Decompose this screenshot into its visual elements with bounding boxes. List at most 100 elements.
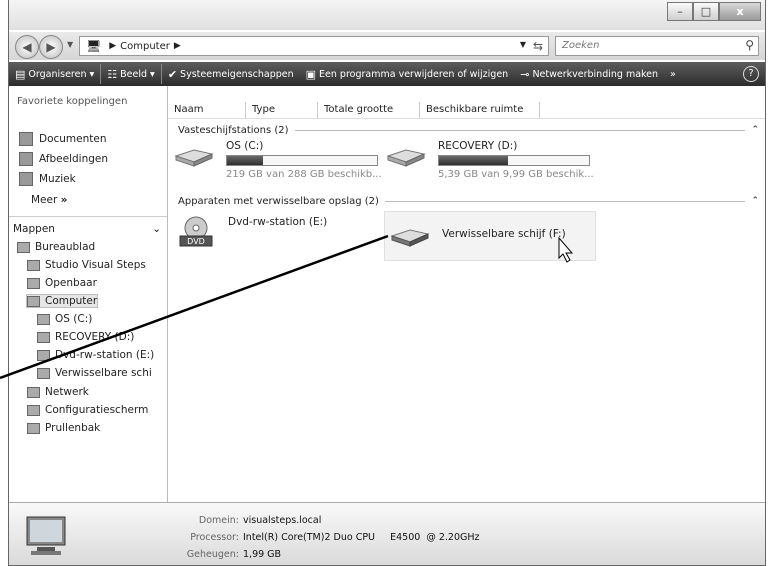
- views-icon: ☷: [107, 67, 118, 81]
- close-button[interactable]: x: [719, 2, 761, 21]
- favorite-pictures[interactable]: Afbeeldingen: [19, 152, 108, 166]
- chevron-down-icon: ⌄: [152, 223, 161, 235]
- tree-label: Dvd-rw-station (E:): [55, 349, 155, 361]
- address-bar[interactable]: 🖥 ▶ Computer ▶ ▼ ⇆: [79, 36, 549, 56]
- organize-button[interactable]: ▤ Organiseren ▾: [9, 62, 100, 86]
- hard-drive-icon: [174, 149, 214, 167]
- title-bar: – □ x: [9, 0, 765, 30]
- refresh-icon[interactable]: ⇆: [533, 39, 543, 53]
- memory-value: 1,99 GB: [243, 549, 282, 560]
- column-header-free-space[interactable]: Beschikbare ruimte: [420, 102, 540, 118]
- dvd-badge: DVD: [187, 237, 205, 246]
- views-button[interactable]: ☷ Beeld ▾: [101, 62, 161, 86]
- tree-label: Computer: [45, 295, 98, 307]
- tree-item-public[interactable]: Openbaar: [27, 277, 97, 289]
- recent-pages-dropdown[interactable]: ▼: [67, 40, 73, 49]
- tree-label: Verwisselbare schi: [55, 367, 152, 379]
- tree-item-f-drive[interactable]: Verwisselbare schi: [37, 367, 152, 379]
- back-button[interactable]: ◀: [15, 35, 39, 59]
- user-folder-icon: [27, 259, 40, 271]
- forward-arrow-icon: ▶: [46, 40, 56, 54]
- system-properties-button[interactable]: ✔ Systeemeigenschappen: [162, 62, 300, 86]
- hard-drive-icon: [37, 331, 50, 343]
- computer-icon: [26, 516, 66, 555]
- tree-label: OS (C:): [55, 313, 93, 325]
- documents-icon: [19, 132, 33, 146]
- domain-label: Domein:: [198, 515, 239, 526]
- search-icon[interactable]: ⚲: [745, 38, 754, 52]
- help-button[interactable]: ?: [737, 62, 765, 86]
- chevron-up-icon[interactable]: ⌃: [751, 125, 759, 135]
- address-dropdown-icon[interactable]: ▼: [520, 40, 526, 49]
- tree-item-e-drive[interactable]: Dvd-rw-station (E:): [37, 349, 154, 361]
- tree-item-network[interactable]: Netwerk: [27, 386, 89, 398]
- help-icon: ?: [743, 66, 759, 82]
- favorite-music[interactable]: Muziek: [19, 172, 76, 186]
- column-header-name[interactable]: Naam: [168, 102, 246, 118]
- breadcrumb-arrow-icon[interactable]: ▶: [174, 41, 181, 51]
- tree-item-user[interactable]: Studio Visual Steps: [27, 259, 146, 271]
- group-header-hard-drives[interactable]: Vasteschijfstations (2) ⌃: [178, 123, 759, 137]
- removable-drive-icon: [390, 229, 430, 247]
- column-header-type[interactable]: Type: [246, 102, 318, 118]
- group-label: Apparaten met verwisselbare opslag (2): [178, 195, 379, 207]
- tree-item-control-panel[interactable]: Configuratiescherm: [27, 404, 148, 416]
- drive-name: OS (C:): [226, 140, 264, 152]
- tree-item-desktop[interactable]: Bureaublad: [17, 241, 95, 253]
- search-placeholder: Zoeken: [562, 40, 600, 51]
- tree-label: Configuratiescherm: [45, 404, 149, 416]
- usage-bar: [226, 155, 378, 166]
- more-arrows-icon: »: [60, 194, 68, 206]
- dvd-drive-icon: [37, 349, 50, 361]
- favorite-label: Documenten: [39, 133, 107, 145]
- more-favorites-link[interactable]: Meer »: [31, 194, 67, 206]
- column-header-total-size[interactable]: Totale grootte: [318, 102, 420, 118]
- device-item-removable[interactable]: Verwisselbare schijf (F:): [390, 222, 566, 250]
- music-icon: [19, 172, 33, 186]
- favorite-label: Muziek: [39, 173, 76, 185]
- device-item-dvd[interactable]: DVD Dvd-rw-station (E:): [176, 214, 327, 254]
- details-pane: Domein: visualsteps.local Processor: Int…: [9, 502, 765, 565]
- tree-label: Bureaublad: [35, 241, 96, 253]
- drive-item-c[interactable]: OS (C:) 219 GB van 288 GB beschikb...: [174, 140, 382, 180]
- tree-label: Openbaar: [45, 277, 97, 289]
- uninstall-icon: ▣: [305, 67, 317, 81]
- hard-drive-icon: [386, 149, 426, 167]
- drive-item-d[interactable]: RECOVERY (D:) 5,39 GB van 9,99 GB beschi…: [386, 140, 594, 180]
- public-folder-icon: [27, 277, 40, 289]
- group-label: Vasteschijfstations (2): [178, 124, 289, 136]
- tree-item-computer[interactable]: Computer: [25, 294, 99, 308]
- desktop-icon: [17, 241, 30, 253]
- recycle-bin-icon: [27, 422, 40, 434]
- breadcrumb-computer[interactable]: Computer: [120, 41, 170, 52]
- views-label: Beeld ▾: [120, 68, 155, 80]
- minimize-button[interactable]: –: [667, 2, 693, 21]
- navigation-pane: Favoriete koppelingen Documenten Afbeeld…: [9, 86, 168, 502]
- computer-icon: 🖥: [86, 39, 102, 53]
- group-header-removable[interactable]: Apparaten met verwisselbare opslag (2) ⌃: [178, 194, 759, 208]
- memory-label: Geheugen:: [186, 549, 239, 560]
- more-label: Meer: [31, 194, 58, 206]
- tree-label: Netwerk: [45, 386, 89, 398]
- uninstall-button[interactable]: ▣ Een programma verwijderen of wijzigen: [300, 62, 515, 86]
- tree-item-d-drive[interactable]: RECOVERY (D:): [37, 331, 134, 343]
- breadcrumb-arrow-icon[interactable]: ▶: [109, 41, 116, 51]
- organize-label: Organiseren ▾: [28, 68, 95, 80]
- search-input[interactable]: Zoeken ⚲: [555, 36, 759, 56]
- tree-item-recycle-bin[interactable]: Prullenbak: [27, 422, 100, 434]
- folders-header[interactable]: Mappen ⌄: [9, 216, 167, 237]
- address-row: ◀ ▶ ▼ 🖥 ▶ Computer ▶ ▼ ⇆ Zoeken ⚲: [9, 32, 765, 60]
- tree-label: RECOVERY (D:): [55, 331, 135, 343]
- tree-item-c-drive[interactable]: OS (C:): [37, 313, 92, 325]
- maximize-button[interactable]: □: [693, 2, 719, 21]
- chevron-up-icon[interactable]: ⌃: [751, 196, 759, 206]
- hard-drive-icon: [37, 313, 50, 325]
- favorite-documents[interactable]: Documenten: [19, 132, 107, 146]
- map-network-drive-button[interactable]: ⊸ Netwerkverbinding maken: [514, 62, 664, 86]
- control-panel-icon: [27, 404, 40, 416]
- device-name: Verwisselbare schijf (F:): [442, 228, 566, 240]
- forward-button[interactable]: ▶: [39, 35, 63, 59]
- more-commands-button[interactable]: »: [664, 62, 682, 86]
- processor-value: Intel(R) Core(TM)2 Duo CPU E4500 @ 2.20G…: [243, 532, 480, 543]
- explorer-window: – □ x ◀ ▶ ▼ 🖥 ▶ Computer ▶ ▼ ⇆ Zoeken ⚲ …: [8, 0, 766, 566]
